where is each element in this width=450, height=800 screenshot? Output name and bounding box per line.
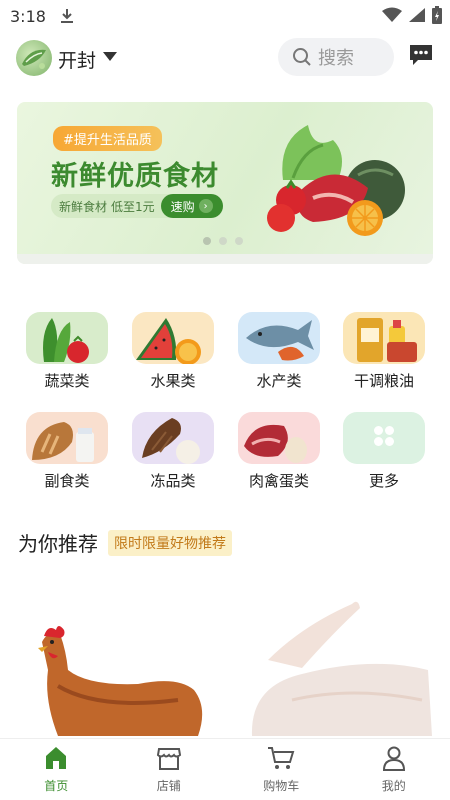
tab-cart[interactable]: 购物车 bbox=[225, 739, 338, 800]
grain-oil-icon bbox=[343, 312, 425, 364]
product-card-chicken[interactable] bbox=[18, 590, 218, 736]
signal-icon bbox=[409, 8, 425, 22]
raw-chicken-image bbox=[232, 590, 432, 736]
category-more[interactable]: 更多 bbox=[339, 412, 429, 502]
status-time: 3:18 bbox=[10, 6, 46, 26]
meat-egg-icon bbox=[238, 412, 320, 464]
store-icon bbox=[156, 748, 181, 770]
category-meat-egg[interactable]: 肉禽蛋类 bbox=[234, 412, 324, 502]
category-seafood[interactable]: 水产类 bbox=[234, 312, 324, 402]
chevron-right-icon: › bbox=[198, 199, 213, 213]
category-fruits[interactable]: 水果类 bbox=[128, 312, 218, 402]
product-card-poultry[interactable] bbox=[232, 590, 432, 736]
tab-home[interactable]: 首页 bbox=[0, 739, 113, 800]
category-label: 副食类 bbox=[44, 472, 90, 490]
search-input[interactable]: 搜索 bbox=[278, 38, 394, 76]
app-logo bbox=[16, 40, 52, 76]
category-staples[interactable]: 副食类 bbox=[22, 412, 112, 502]
download-icon bbox=[60, 9, 73, 23]
user-icon bbox=[382, 746, 405, 771]
pager-dot[interactable] bbox=[235, 237, 243, 245]
pager-dot[interactable] bbox=[219, 237, 227, 245]
icecream-icon bbox=[132, 412, 214, 464]
category-label: 干调粮油 bbox=[353, 372, 414, 390]
category-frozen[interactable]: 冻品类 bbox=[128, 412, 218, 502]
bottom-tab-bar: 首页 店铺 购物车 我的 bbox=[0, 738, 450, 800]
tab-store[interactable]: 店铺 bbox=[113, 739, 226, 800]
banner-sub-label: 新鲜食材 bbox=[59, 199, 108, 214]
quick-buy-label: 速购 bbox=[170, 199, 195, 214]
banner-shadow bbox=[17, 254, 433, 264]
category-label: 水产类 bbox=[256, 372, 302, 390]
recommend-title: 为你推荐 bbox=[18, 532, 98, 556]
search-placeholder: 搜索 bbox=[318, 48, 354, 69]
battery-icon bbox=[432, 6, 442, 24]
more-clover-icon bbox=[343, 412, 425, 464]
promo-banner[interactable]: #提升生活品质 新鲜优质食材 新鲜食材 低至1元 速购 › bbox=[17, 102, 433, 264]
top-bar: 开封 搜索 bbox=[0, 36, 450, 80]
category-vegetables[interactable]: 蔬菜类 bbox=[22, 312, 112, 402]
category-label: 肉禽蛋类 bbox=[248, 472, 309, 490]
chevron-down-icon[interactable] bbox=[103, 52, 117, 61]
vegetable-icon bbox=[26, 312, 108, 364]
quick-buy-button[interactable]: 速购 › bbox=[160, 194, 223, 218]
banner-pager bbox=[203, 237, 243, 245]
pager-dot[interactable] bbox=[203, 237, 211, 245]
banner-sub-price: 低至1元 bbox=[111, 199, 155, 214]
category-label: 冻品类 bbox=[150, 472, 196, 490]
seafood-icon bbox=[238, 312, 320, 364]
status-bar: 3:18 bbox=[0, 0, 450, 32]
city-selector[interactable]: 开封 bbox=[58, 46, 96, 73]
tab-label: 我的 bbox=[381, 779, 406, 793]
banner-title: 新鲜优质食材 bbox=[51, 161, 219, 192]
banner-tag: #提升生活品质 bbox=[53, 126, 162, 151]
recommend-header: 为你推荐 限时限量好物推荐 bbox=[18, 528, 232, 557]
category-grain-oil[interactable]: 干调粮油 bbox=[339, 312, 429, 402]
recommend-badge: 限时限量好物推荐 bbox=[108, 529, 232, 556]
tab-label: 购物车 bbox=[263, 779, 300, 793]
tab-profile[interactable]: 我的 bbox=[338, 739, 450, 800]
rooster-image bbox=[38, 626, 203, 736]
home-icon bbox=[46, 747, 67, 769]
tab-label: 首页 bbox=[44, 779, 69, 793]
category-label: 蔬菜类 bbox=[44, 372, 90, 390]
category-label: 更多 bbox=[368, 472, 399, 490]
tab-label: 店铺 bbox=[156, 779, 181, 793]
banner-subtitle: 新鲜食材 低至1元 速购 › bbox=[51, 194, 223, 218]
bread-milk-icon bbox=[26, 412, 108, 464]
category-label: 水果类 bbox=[150, 372, 196, 390]
fruit-icon bbox=[132, 312, 214, 364]
cart-icon bbox=[268, 747, 295, 769]
chat-bubble-icon[interactable] bbox=[408, 42, 434, 68]
wifi-icon bbox=[382, 7, 402, 22]
search-icon bbox=[293, 48, 311, 66]
produce-illustration bbox=[267, 125, 405, 236]
